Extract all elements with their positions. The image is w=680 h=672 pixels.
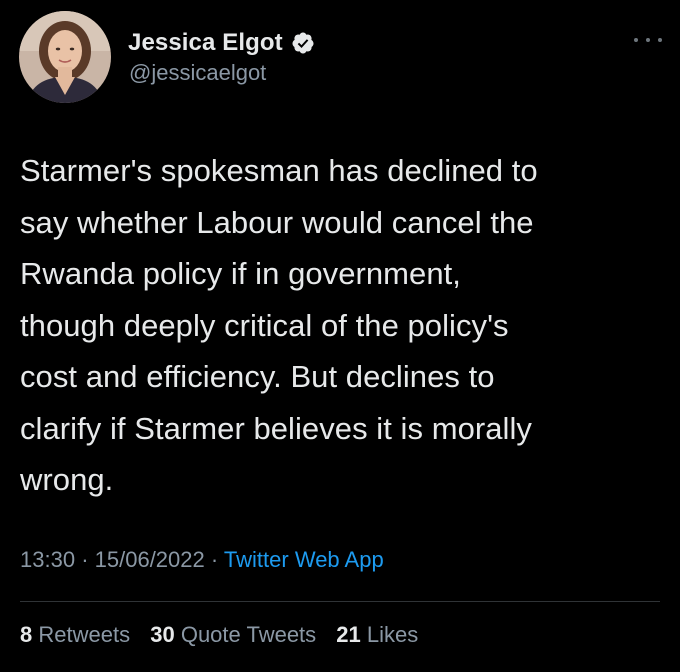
quote-tweets-label: Quote Tweets <box>180 622 317 647</box>
author-display-name[interactable]: Jessica Elgot <box>128 29 283 57</box>
tweet-source-link[interactable]: Twitter Web App <box>224 547 384 572</box>
verified-badge-icon <box>291 31 315 55</box>
meta-separator: · <box>210 547 219 572</box>
more-options-icon[interactable] <box>634 30 662 50</box>
retweets-stat[interactable]: 8 Retweets <box>20 622 130 647</box>
meta-separator: · <box>81 547 89 572</box>
retweets-label: Retweets <box>38 622 131 647</box>
more-dot <box>658 38 662 42</box>
tweet-metadata: 13:30 · 15/06/2022 · Twitter Web App <box>20 547 384 573</box>
quote-tweets-count: 30 <box>150 622 175 647</box>
avatar[interactable] <box>19 11 111 103</box>
tweet-card: Jessica Elgot @jessicaelgot Starmer's sp… <box>0 0 680 672</box>
more-dot <box>646 38 650 42</box>
author-handle[interactable]: @jessicaelgot <box>129 60 266 86</box>
retweets-count: 8 <box>20 622 33 647</box>
divider <box>20 601 660 602</box>
likes-label: Likes <box>366 622 419 647</box>
more-dot <box>634 38 638 42</box>
tweet-time[interactable]: 13:30 <box>20 547 75 572</box>
likes-stat[interactable]: 21 Likes <box>336 622 418 647</box>
tweet-stats: 8 Retweets 30 Quote Tweets 21 Likes <box>20 622 432 648</box>
profile-photo-icon <box>19 11 111 103</box>
likes-count: 21 <box>336 622 361 647</box>
tweet-date[interactable]: 15/06/2022 <box>95 547 205 572</box>
quote-tweets-stat[interactable]: 30 Quote Tweets <box>150 622 316 647</box>
tweet-text: Starmer's spokesman has declined to say … <box>20 153 538 497</box>
author-name-row[interactable]: Jessica Elgot <box>128 28 315 58</box>
